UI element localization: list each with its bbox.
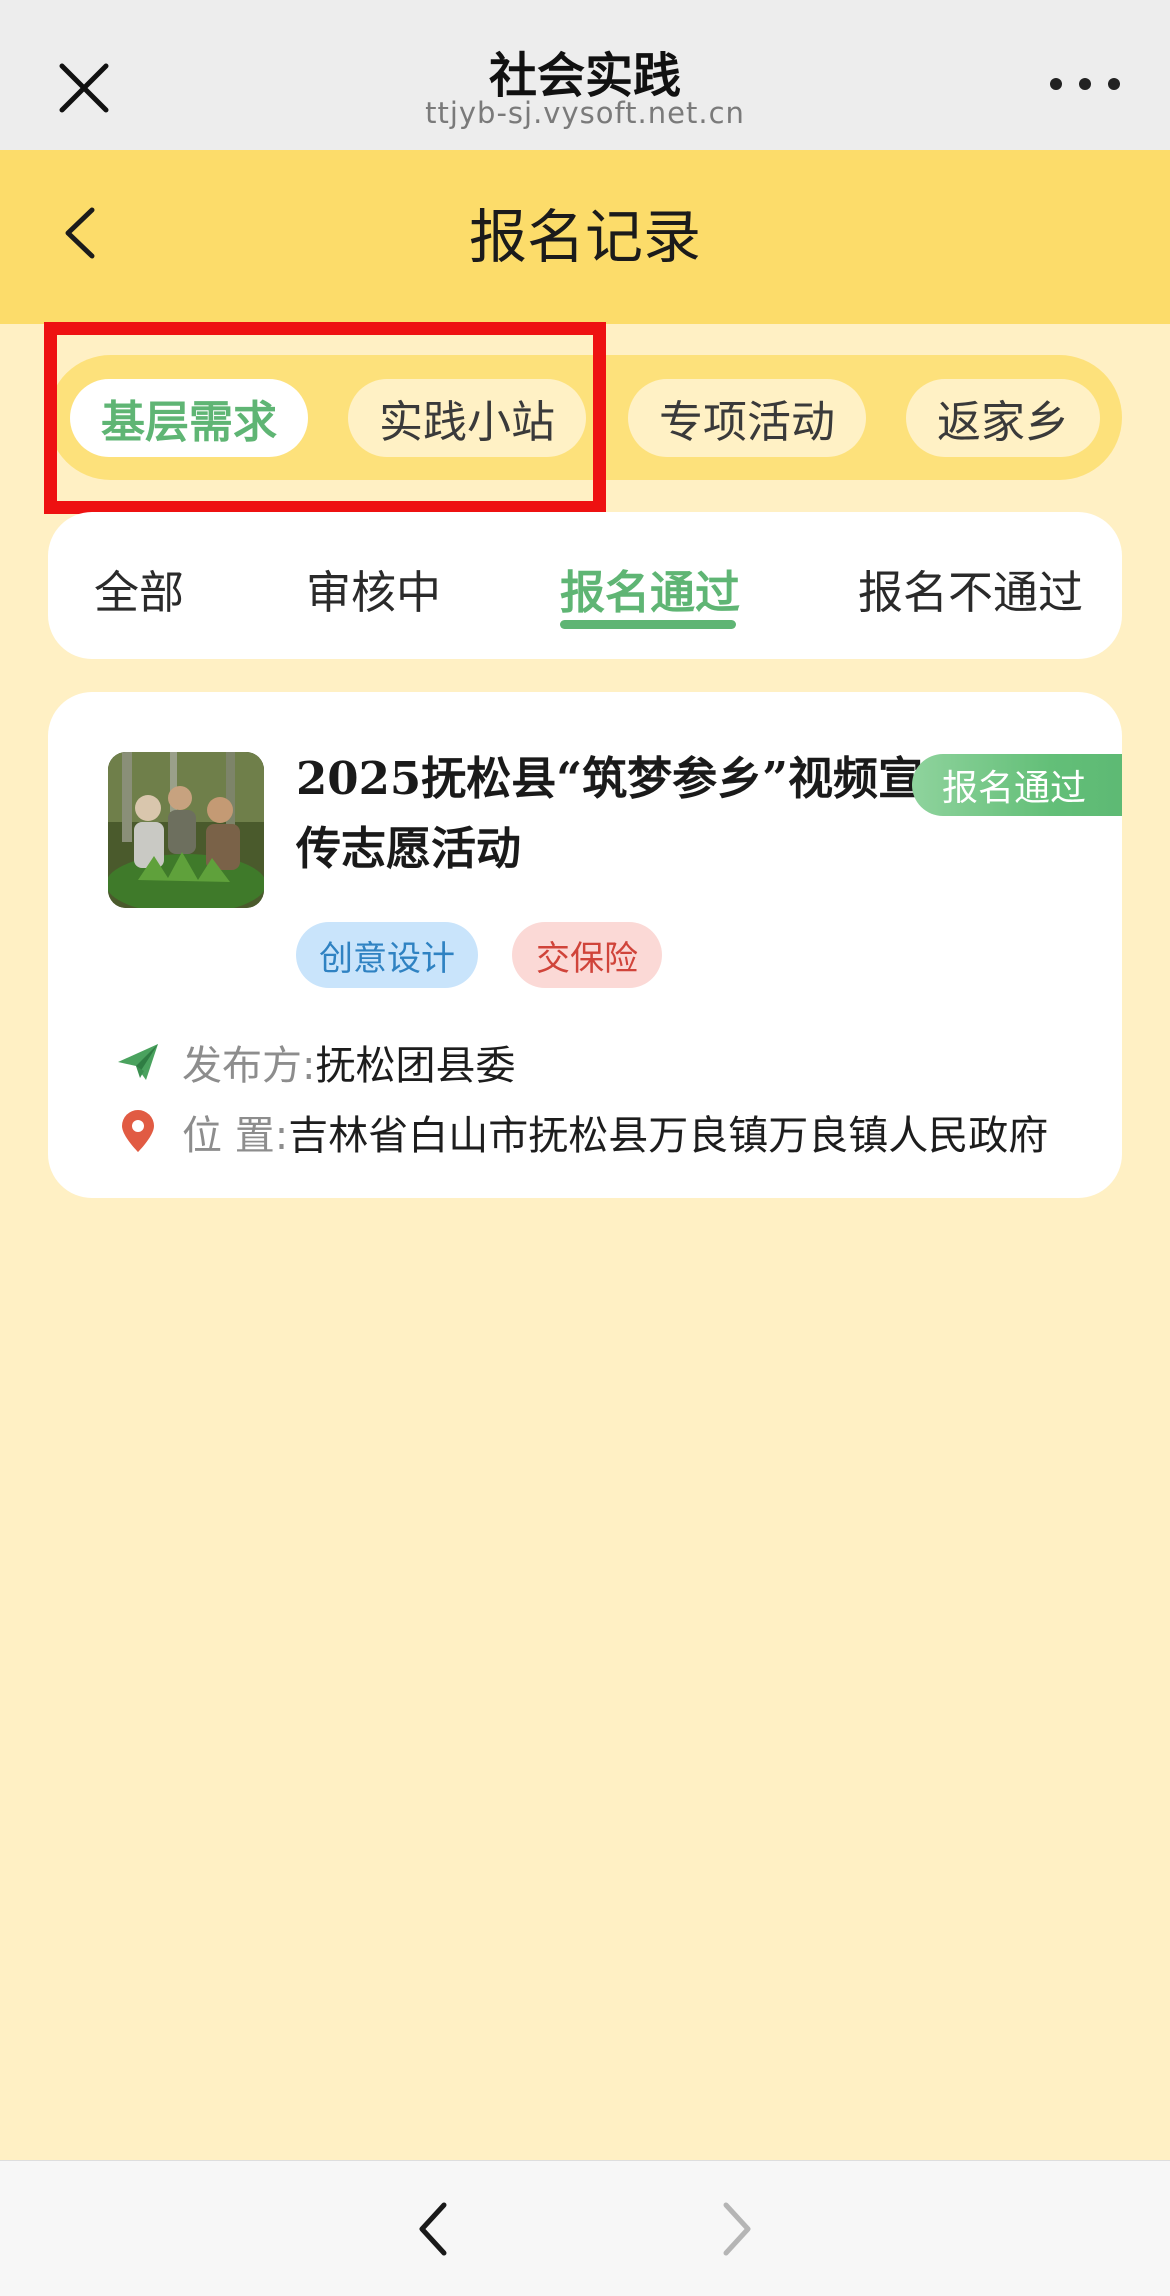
location-label: 位 置:	[182, 1113, 289, 1159]
publisher-value: 抚松团县委	[315, 1043, 516, 1089]
chevron-left-icon	[419, 2202, 447, 2256]
record-card[interactable]: 2025抚松县“筑梦参乡”视频宣传志愿活动 报名通过 创意设计 交保险 发布方:…	[48, 692, 1122, 1198]
bottom-toolbar	[0, 2160, 1170, 2296]
tag-creative-design: 创意设计	[296, 922, 478, 988]
publisher-label: 发布方:	[182, 1043, 316, 1089]
status-badge: 报名通过	[912, 754, 1122, 816]
status-tabs: 全部 审核中 报名通过 报名不通过	[48, 512, 1122, 659]
page-title: 报名记录	[468, 203, 701, 271]
nav-forward-button[interactable]	[714, 2197, 758, 2261]
more-dot	[1050, 78, 1062, 90]
category-tab-practice-station[interactable]: 实践小站	[348, 379, 586, 457]
location-value: 吉林省白山市抚松县万良镇万良镇人民政府	[288, 1113, 1049, 1159]
category-tabs: 基层需求 实践小站 专项活动 返家乡	[48, 355, 1122, 480]
active-tab-underline	[560, 620, 736, 629]
tag-insurance: 交保险	[512, 922, 662, 988]
record-title: 2025抚松县“筑梦参乡”视频宣传志愿活动	[296, 752, 924, 875]
more-icon[interactable]	[1050, 66, 1120, 102]
location-row: 位 置: 吉林省白山市抚松县万良镇万良镇人民政府	[114, 1102, 1048, 1162]
category-tab-grassroots[interactable]: 基层需求	[70, 379, 308, 457]
category-tab-return-hometown[interactable]: 返家乡	[906, 379, 1100, 457]
chevron-right-icon	[723, 2202, 751, 2256]
activity-thumbnail	[108, 752, 264, 908]
category-tab-special-activities[interactable]: 专项活动	[628, 379, 866, 457]
status-tab-rejected[interactable]: 报名不通过	[858, 556, 1083, 621]
page-header: 报名记录	[0, 150, 1170, 324]
browser-url: ttjyb-sj.vysoft.net.cn	[425, 96, 745, 130]
status-tab-approved[interactable]: 报名通过	[560, 556, 740, 621]
nav-back-button[interactable]	[412, 2197, 456, 2261]
status-tab-all[interactable]: 全部	[94, 556, 184, 621]
publisher-row: 发布方: 抚松团县委	[114, 1032, 515, 1092]
location-pin-icon	[122, 1110, 154, 1152]
status-tab-reviewing[interactable]: 审核中	[306, 556, 441, 621]
more-dot	[1108, 78, 1120, 90]
browser-top-bar: 社会实践 ttjyb-sj.vysoft.net.cn	[0, 0, 1170, 150]
more-dot	[1079, 78, 1091, 90]
paper-plane-icon	[118, 1044, 158, 1080]
